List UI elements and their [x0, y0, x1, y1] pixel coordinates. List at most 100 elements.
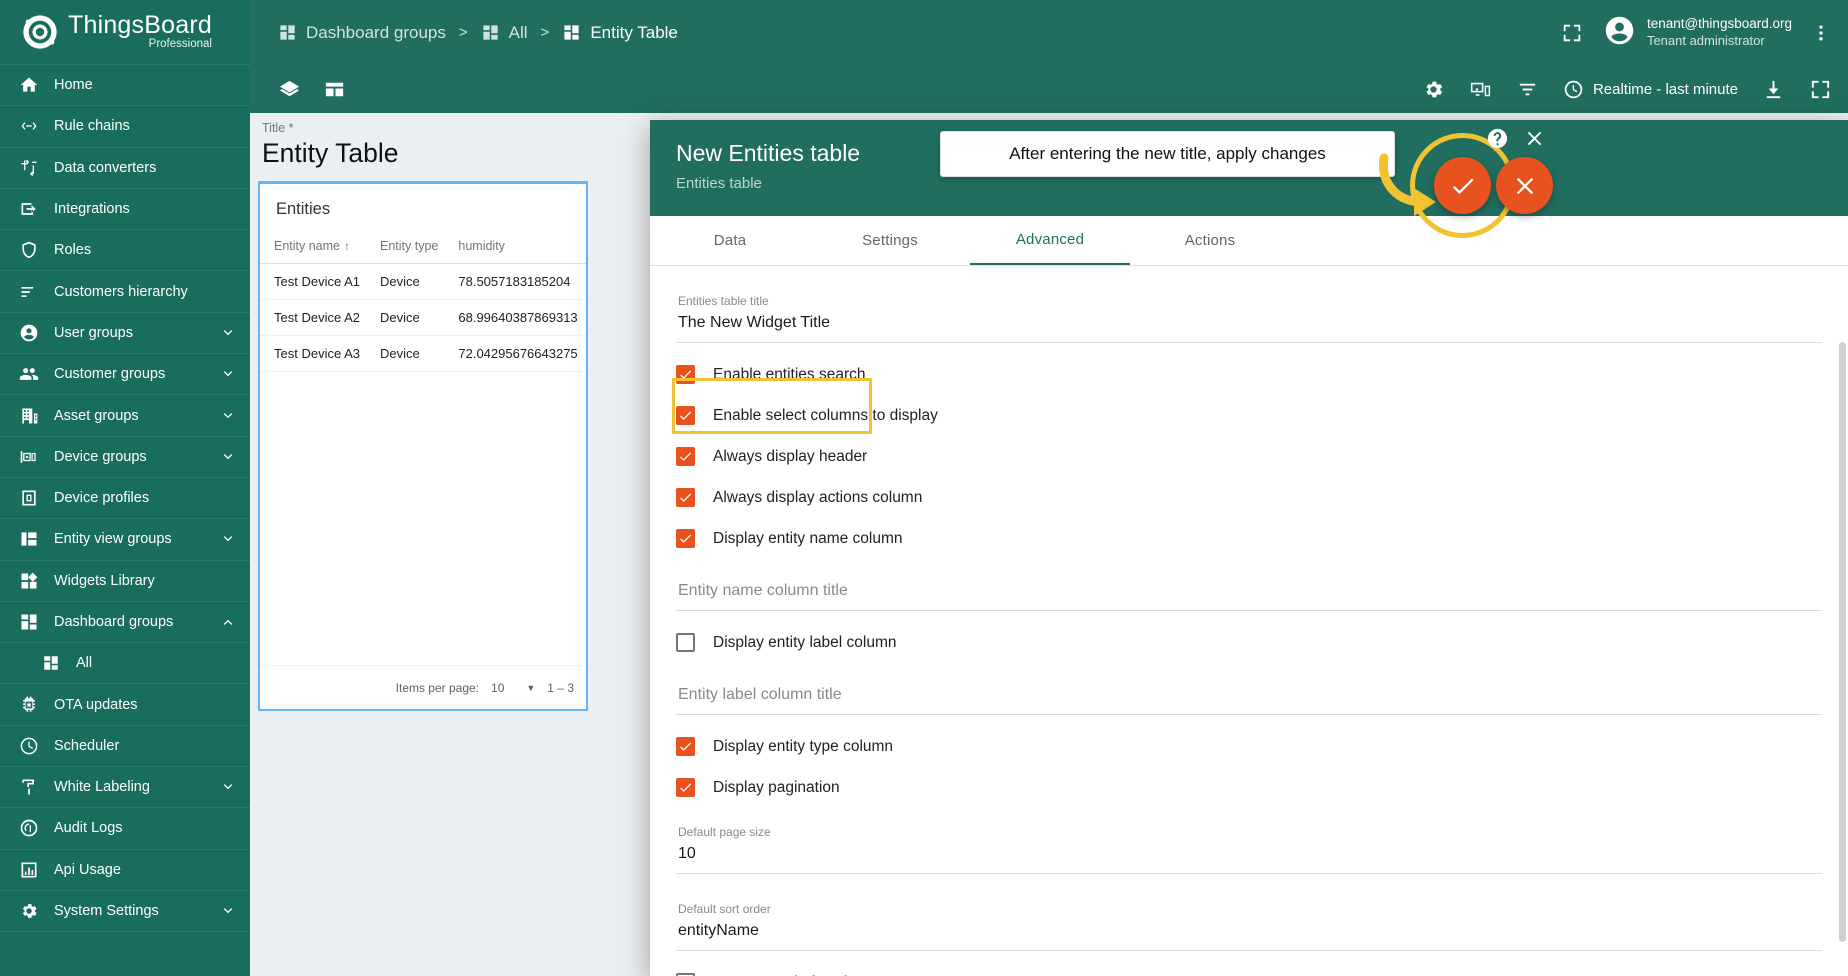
- default-page-size-input[interactable]: 10: [678, 845, 1820, 867]
- brand-logo[interactable]: ThingsBoard Professional: [0, 0, 250, 65]
- clock-icon: [18, 735, 40, 757]
- gear-icon[interactable]: [1422, 78, 1445, 101]
- time-window-selector[interactable]: Realtime - last minute: [1563, 79, 1738, 100]
- breadcrumb-item-all[interactable]: All: [481, 23, 528, 43]
- dialog-scrollbar[interactable]: [1839, 342, 1846, 942]
- sidebar-item-entity-view-groups[interactable]: Entity view groups: [0, 519, 250, 561]
- layout-icon[interactable]: [323, 78, 346, 101]
- sidebar-item-widgets-library[interactable]: Widgets Library: [0, 561, 250, 602]
- checkbox-row[interactable]: Enable select columns to display: [676, 406, 1822, 425]
- table-row[interactable]: Test Device A3Device72.0429567664327519.…: [260, 335, 586, 372]
- tab-settings[interactable]: Settings: [810, 216, 970, 265]
- more-vertical-icon[interactable]: [1810, 23, 1832, 43]
- tab-data[interactable]: Data: [650, 216, 810, 265]
- chevron-down-icon[interactable]: [220, 449, 236, 465]
- sidebar-item-label: User groups: [54, 324, 133, 341]
- table-row[interactable]: Test Device A1Device78.505718318520425.7…: [260, 263, 586, 300]
- sidebar-item-asset-groups[interactable]: Asset groups: [0, 395, 250, 437]
- device-icon: [18, 446, 40, 468]
- download-icon[interactable]: [1762, 78, 1785, 101]
- user-menu[interactable]: tenant@thingsboard.org Tenant administra…: [1603, 14, 1792, 52]
- home-icon: [18, 74, 40, 96]
- sidebar-item-integrations[interactable]: Integrations: [0, 189, 250, 231]
- checkbox-unchecked-icon[interactable]: [676, 633, 695, 652]
- fullscreen-icon[interactable]: [1559, 20, 1585, 46]
- chevron-down-icon[interactable]: [220, 779, 236, 795]
- column-header-humidity[interactable]: humidity: [444, 235, 584, 264]
- checkbox-label: Enable entities search: [713, 365, 866, 383]
- sidebar-item-dashboard-groups[interactable]: Dashboard groups: [0, 602, 250, 644]
- breadcrumb: Dashboard groups > All > Entity Table: [278, 23, 678, 43]
- sidebar-item-roles[interactable]: Roles: [0, 230, 250, 272]
- sidebar-item-customer-groups[interactable]: Customer groups: [0, 354, 250, 396]
- entities-table-title-input[interactable]: The New Widget Title: [678, 314, 1820, 336]
- sidebar-item-label: Device groups: [54, 448, 147, 465]
- checkbox-row[interactable]: Display entity label column: [676, 633, 1822, 652]
- widget-title-value[interactable]: Entity Table: [262, 138, 578, 169]
- chevron-down-icon[interactable]: [220, 366, 236, 382]
- default-sort-order-label: Default sort order: [678, 902, 771, 916]
- sidebar-item-audit-logs[interactable]: Audit Logs: [0, 808, 250, 850]
- entity-label-column-title-field[interactable]: Entity label column title: [676, 674, 1822, 715]
- default-sort-order-field[interactable]: Default sort order entityName: [676, 896, 1822, 951]
- tab-advanced[interactable]: Advanced: [970, 216, 1130, 265]
- default-sort-order-input[interactable]: entityName: [678, 922, 1820, 944]
- entity-label-column-title-input[interactable]: Entity label column title: [678, 686, 1820, 708]
- chevron-down-icon[interactable]: [220, 903, 236, 919]
- sidebar-item-label: White Labeling: [54, 779, 150, 796]
- sidebar-item-device-groups[interactable]: Device groups: [0, 437, 250, 478]
- entities-table-title-field[interactable]: Entities table title The New Widget Titl…: [676, 288, 1822, 343]
- checkbox-checked-icon[interactable]: [676, 488, 695, 507]
- sidebar-item-home[interactable]: Home: [0, 65, 250, 107]
- sidebar-item-device-profiles[interactable]: Device profiles: [0, 478, 250, 520]
- checkbox-checked-icon[interactable]: [676, 778, 695, 797]
- fullscreen-icon[interactable]: [1809, 78, 1832, 101]
- breadcrumb-item-entity-table[interactable]: Entity Table: [562, 23, 678, 43]
- sidebar-item-white-labeling[interactable]: White Labeling: [0, 767, 250, 809]
- column-header-entity-type[interactable]: Entity type: [366, 235, 445, 264]
- sidebar-item-system-settings[interactable]: System Settings: [0, 891, 250, 933]
- sidebar-item-data-converters[interactable]: Data converters: [0, 148, 250, 189]
- tab-actions[interactable]: Actions: [1130, 216, 1290, 265]
- sidebar-item-ota-updates[interactable]: OTA updates: [0, 684, 250, 726]
- checkbox-checked-icon[interactable]: [676, 529, 695, 548]
- default-page-size-field[interactable]: Default page size 10: [676, 819, 1822, 874]
- chevron-down-icon[interactable]: [220, 408, 236, 424]
- sidebar-item-api-usage[interactable]: Api Usage: [0, 850, 250, 891]
- checkbox-row[interactable]: Always display header: [676, 447, 1822, 466]
- checkbox-checked-icon[interactable]: [676, 447, 695, 466]
- checkbox-row[interactable]: Display entity type column: [676, 737, 1822, 756]
- sidebar-item-user-groups[interactable]: User groups: [0, 313, 250, 355]
- entity-name-column-title-field[interactable]: Entity name column title: [676, 570, 1822, 611]
- checkbox-checked-icon[interactable]: [676, 406, 695, 425]
- checkbox-row[interactable]: Enable entities search: [676, 365, 1822, 384]
- sidebar-item-rule-chains[interactable]: Rule chains: [0, 106, 250, 148]
- cancel-changes-button[interactable]: [1496, 157, 1553, 214]
- breadcrumb-item-dashboard-groups[interactable]: Dashboard groups: [278, 23, 446, 43]
- column-header-pressure[interactable]: pressure: [583, 235, 586, 264]
- entity-name-column-title-input[interactable]: Entity name column title: [678, 582, 1820, 604]
- chevron-down-icon[interactable]: [220, 531, 236, 547]
- dashboard-toolbar: Realtime - last minute: [250, 65, 1848, 113]
- breadcrumb-label: Entity Table: [590, 22, 678, 42]
- sidebar-item-scheduler[interactable]: Scheduler: [0, 726, 250, 768]
- column-header-entity-name[interactable]: Entity name ↑: [260, 235, 366, 264]
- checkbox-row[interactable]: Always display actions column: [676, 488, 1822, 507]
- table-row[interactable]: Test Device A2Device68.9964038786931341.…: [260, 299, 586, 336]
- help-icon[interactable]: [1486, 127, 1509, 155]
- checkbox-checked-icon[interactable]: [676, 737, 695, 756]
- close-icon[interactable]: [1523, 127, 1546, 155]
- chevron-up-icon[interactable]: [220, 614, 236, 630]
- apply-changes-button[interactable]: [1434, 157, 1491, 214]
- checkbox-checked-icon[interactable]: [676, 365, 695, 384]
- sidebar-item-customers-hierarchy[interactable]: Customers hierarchy: [0, 271, 250, 313]
- sidebar-item-all[interactable]: All: [0, 643, 250, 685]
- page-size-select[interactable]: 10 ▼: [491, 681, 535, 695]
- checkbox-row[interactable]: Display entity name column: [676, 529, 1822, 548]
- layers-icon[interactable]: [278, 78, 301, 101]
- device-icon[interactable]: [1469, 78, 1492, 101]
- profile-icon: [18, 487, 40, 509]
- chevron-down-icon[interactable]: [220, 325, 236, 341]
- filter-icon[interactable]: [1516, 78, 1539, 101]
- checkbox-row[interactable]: Display pagination: [676, 778, 1822, 797]
